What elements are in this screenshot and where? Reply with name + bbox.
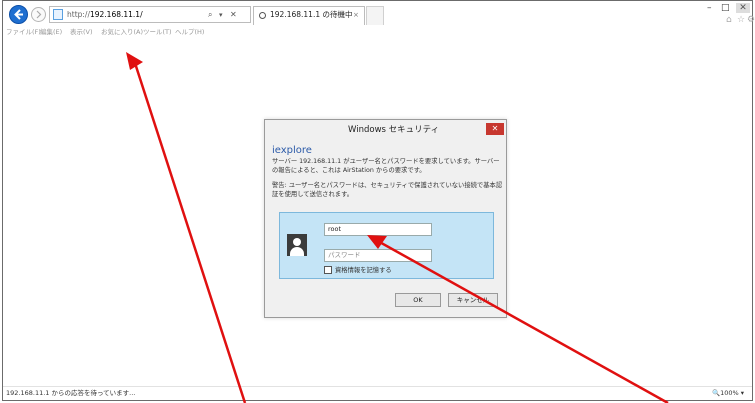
menu-item-tools[interactable]: ツール(T) xyxy=(143,27,172,38)
dialog-app-name: iexplore xyxy=(272,145,312,156)
dialog-title: Windows セキュリティ xyxy=(348,125,440,135)
credential-panel[interactable]: root パスワード 資格情報を記憶する xyxy=(279,212,494,279)
tab-close-icon[interactable]: × xyxy=(353,9,359,21)
menu-item-help[interactable]: ヘルプ(H) xyxy=(175,27,204,38)
dialog-titlebar: Windows セキュリティ ✕ xyxy=(265,120,506,140)
status-text: 192.168.11.1 からの応答を待っています... xyxy=(6,389,136,397)
ok-button[interactable]: OK xyxy=(395,293,441,307)
tab-active[interactable]: 192.168.11.1 の待機中 × xyxy=(253,6,365,25)
menu-item-edit[interactable]: 編集(E) xyxy=(40,27,62,38)
loading-icon xyxy=(259,12,266,19)
search-icon[interactable]: ⌕ xyxy=(208,10,212,20)
windows-security-dialog: Windows セキュリティ ✕ iexplore サーバー 192.168.1… xyxy=(264,119,507,318)
checkbox-box[interactable] xyxy=(324,266,332,274)
remember-label: 資格情報を記憶する xyxy=(335,267,392,274)
window-close-icon[interactable]: ✕ xyxy=(736,3,750,13)
address-url[interactable]: http://192.168.11.1/ xyxy=(67,8,143,22)
page-icon xyxy=(53,9,63,20)
menu-item-view[interactable]: 表示(V) xyxy=(70,27,93,38)
password-field[interactable]: パスワード xyxy=(324,249,432,262)
favorites-star-icon[interactable]: ☆ xyxy=(737,15,745,25)
tab-label: 192.168.11.1 の待機中 xyxy=(270,10,353,19)
stop-icon[interactable]: ✕ xyxy=(230,8,237,22)
forward-arrow-icon xyxy=(36,10,42,19)
dialog-warning: 警告: ユーザー名とパスワードは、セキュリティで保護されていない接続で基本認証を… xyxy=(272,182,503,198)
user-avatar-icon xyxy=(287,234,307,256)
back-button[interactable] xyxy=(9,5,28,24)
dialog-close-button[interactable]: ✕ xyxy=(486,123,504,135)
new-tab-button[interactable] xyxy=(366,6,384,25)
cancel-button[interactable]: キャンセル xyxy=(448,293,498,307)
dialog-message: サーバー 192.168.11.1 がユーザー名とパスワードを要求しています。サ… xyxy=(272,158,500,174)
minimize-icon[interactable]: – xyxy=(707,3,712,13)
remember-credentials-checkbox[interactable]: 資格情報を記憶する xyxy=(324,266,392,275)
maximize-icon[interactable]: □ xyxy=(721,3,730,13)
browser-toolbar: http://192.168.11.1/ ⌕ ▾ ✕ 192.168.11.1 … xyxy=(3,1,755,27)
menu-bar: ファイル(F) 編集(E) 表示(V) お気に入り(A) ツール(T) ヘルプ(… xyxy=(3,27,752,38)
status-bar: 192.168.11.1 からの応答を待っています... 🔍100% ▾ xyxy=(3,386,752,400)
zoom-level[interactable]: 🔍100% ▾ xyxy=(712,388,744,399)
back-arrow-icon xyxy=(14,9,23,20)
browser-window: http://192.168.11.1/ ⌕ ▾ ✕ 192.168.11.1 … xyxy=(2,0,755,401)
gear-icon[interactable]: ⚙ xyxy=(747,15,755,25)
forward-button[interactable] xyxy=(31,7,46,22)
username-field[interactable]: root xyxy=(324,223,432,236)
chevron-down-icon[interactable]: ▾ xyxy=(219,8,223,22)
home-icon[interactable]: ⌂ xyxy=(726,15,732,25)
menu-item-favorites[interactable]: お気に入り(A) xyxy=(101,27,143,38)
menu-item-file[interactable]: ファイル(F) xyxy=(6,27,41,38)
address-bar[interactable]: http://192.168.11.1/ ⌕ ▾ ✕ xyxy=(49,6,251,23)
